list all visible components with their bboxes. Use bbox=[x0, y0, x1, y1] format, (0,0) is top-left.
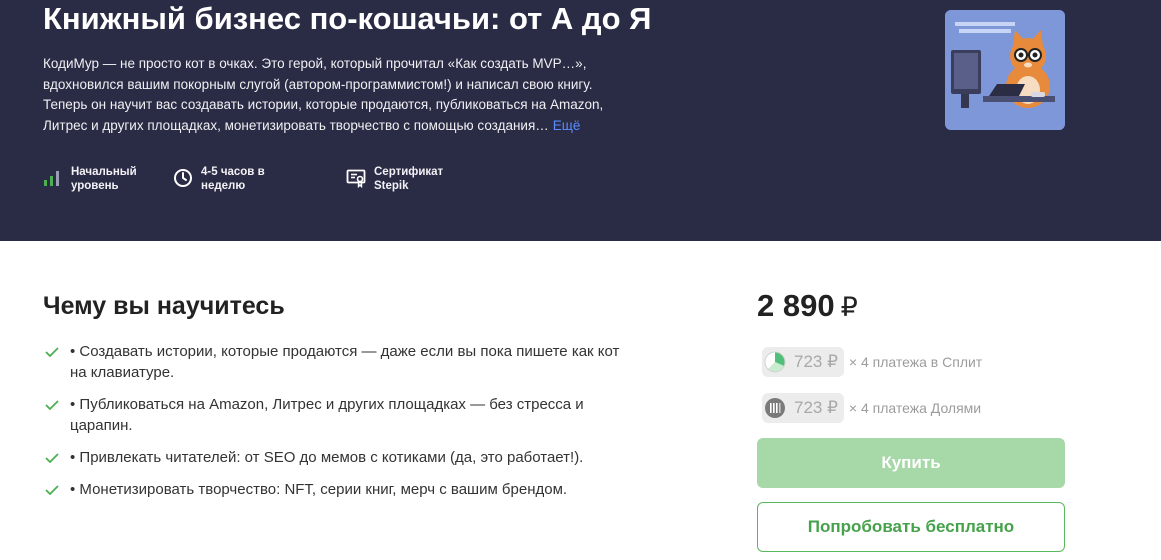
list-item-line: • Создавать истории, которые продаются —… bbox=[70, 343, 620, 360]
list-item-text: • Создавать истории, которые продаются —… bbox=[70, 341, 619, 383]
list-item-line: • Монетизировать творчество: NFT, серии … bbox=[70, 481, 568, 498]
feature-line: Сертификат bbox=[374, 166, 444, 178]
split-amount: 723 ₽ bbox=[794, 352, 838, 371]
price: 2 890 ₽ bbox=[757, 288, 858, 324]
description-line: вдохновился вашим покорным слугой (автор… bbox=[43, 76, 593, 92]
more-link[interactable]: Ещё bbox=[553, 118, 581, 133]
feature-certificate: Сертификат Stepik bbox=[346, 165, 443, 193]
feature-line: Stepik bbox=[374, 180, 409, 192]
course-description: КодиМур — не просто кот в очках. Это гер… bbox=[43, 54, 683, 136]
feature-certificate-text: Сертификат Stepik bbox=[374, 165, 443, 193]
description-line-text: Литрес и других площадках, монетизироват… bbox=[43, 117, 549, 133]
dolyami-logo-icon bbox=[765, 398, 785, 418]
dolyami-pill[interactable]: 723 ₽ bbox=[762, 393, 844, 423]
description-line: КодиМур — не просто кот в очках. Это гер… bbox=[43, 56, 587, 71]
feature-workload: 4-5 часов в неделю bbox=[173, 165, 265, 193]
list-item: • Привлекать читателей: от SEO до мемов … bbox=[44, 447, 704, 468]
course-title: Книжный бизнес по-кошачьи: от А до Я bbox=[43, 1, 652, 36]
clock-icon bbox=[174, 169, 192, 187]
feature-line: неделю bbox=[201, 180, 246, 192]
course-cover-image[interactable] bbox=[945, 10, 1065, 130]
checkmark-icon bbox=[45, 453, 59, 464]
feature-line: 4-5 часов в bbox=[201, 166, 265, 178]
price-currency: ₽ bbox=[840, 292, 858, 322]
dolyami-payment[interactable]: 723 ₽ × 4 платежа Долями bbox=[762, 393, 981, 423]
level-bars-icon bbox=[44, 171, 59, 186]
feature-workload-text: 4-5 часов в неделю bbox=[201, 165, 265, 193]
list-item-line: • Привлекать читателей: от SEO до мемов … bbox=[70, 449, 584, 466]
dolyami-multiplier: × 4 платежа Долями bbox=[848, 400, 982, 416]
learn-list: • Создавать истории, которые продаются —… bbox=[44, 341, 704, 511]
buy-button[interactable]: Купить bbox=[757, 438, 1065, 488]
list-item-line: на клавиатуре. bbox=[70, 364, 175, 381]
split-logo-icon bbox=[764, 351, 786, 373]
checkmark-icon bbox=[45, 347, 59, 358]
list-item-text: • Привлекать читателей: от SEO до мемов … bbox=[70, 447, 583, 468]
list-item-line: • Публиковаться на Amazon, Литрес и друг… bbox=[70, 396, 584, 413]
split-multiplier: × 4 платежа в Сплит bbox=[848, 354, 983, 370]
price-value: 2 890 bbox=[757, 288, 835, 323]
course-hero: Книжный бизнес по-кошачьи: от А до Я Код… bbox=[0, 0, 1161, 241]
learn-section-title: Чему вы научитесь bbox=[43, 292, 285, 320]
list-item: • Монетизировать творчество: NFT, серии … bbox=[44, 479, 704, 500]
try-free-button[interactable]: Попробовать бесплатно bbox=[757, 502, 1065, 552]
list-item: • Публиковаться на Amazon, Литрес и друг… bbox=[44, 394, 704, 436]
split-payment[interactable]: 723 ₽ × 4 платежа в Сплит bbox=[762, 347, 982, 377]
feature-level: Начальный уровень bbox=[43, 165, 137, 193]
cat-with-laptop-cover-icon bbox=[945, 10, 1065, 130]
list-item-text: • Монетизировать творчество: NFT, серии … bbox=[70, 479, 567, 500]
list-item-text: • Публиковаться на Amazon, Литрес и друг… bbox=[70, 394, 584, 436]
description-line: Литрес и других площадках, монетизироват… bbox=[43, 116, 683, 137]
checkmark-icon bbox=[45, 485, 59, 496]
list-item: • Создавать истории, которые продаются —… bbox=[44, 341, 704, 383]
split-pill[interactable]: 723 ₽ bbox=[762, 347, 844, 377]
feature-line: Начальный bbox=[71, 166, 137, 178]
checkmark-icon bbox=[45, 400, 59, 411]
certificate-icon bbox=[346, 169, 366, 188]
feature-level-text: Начальный уровень bbox=[71, 165, 137, 193]
feature-line: уровень bbox=[71, 180, 119, 192]
description-line: Теперь он научит вас создавать истории, … bbox=[43, 97, 604, 112]
dolyami-amount: 723 ₽ bbox=[794, 398, 838, 417]
list-item-line: царапин. bbox=[70, 417, 133, 434]
